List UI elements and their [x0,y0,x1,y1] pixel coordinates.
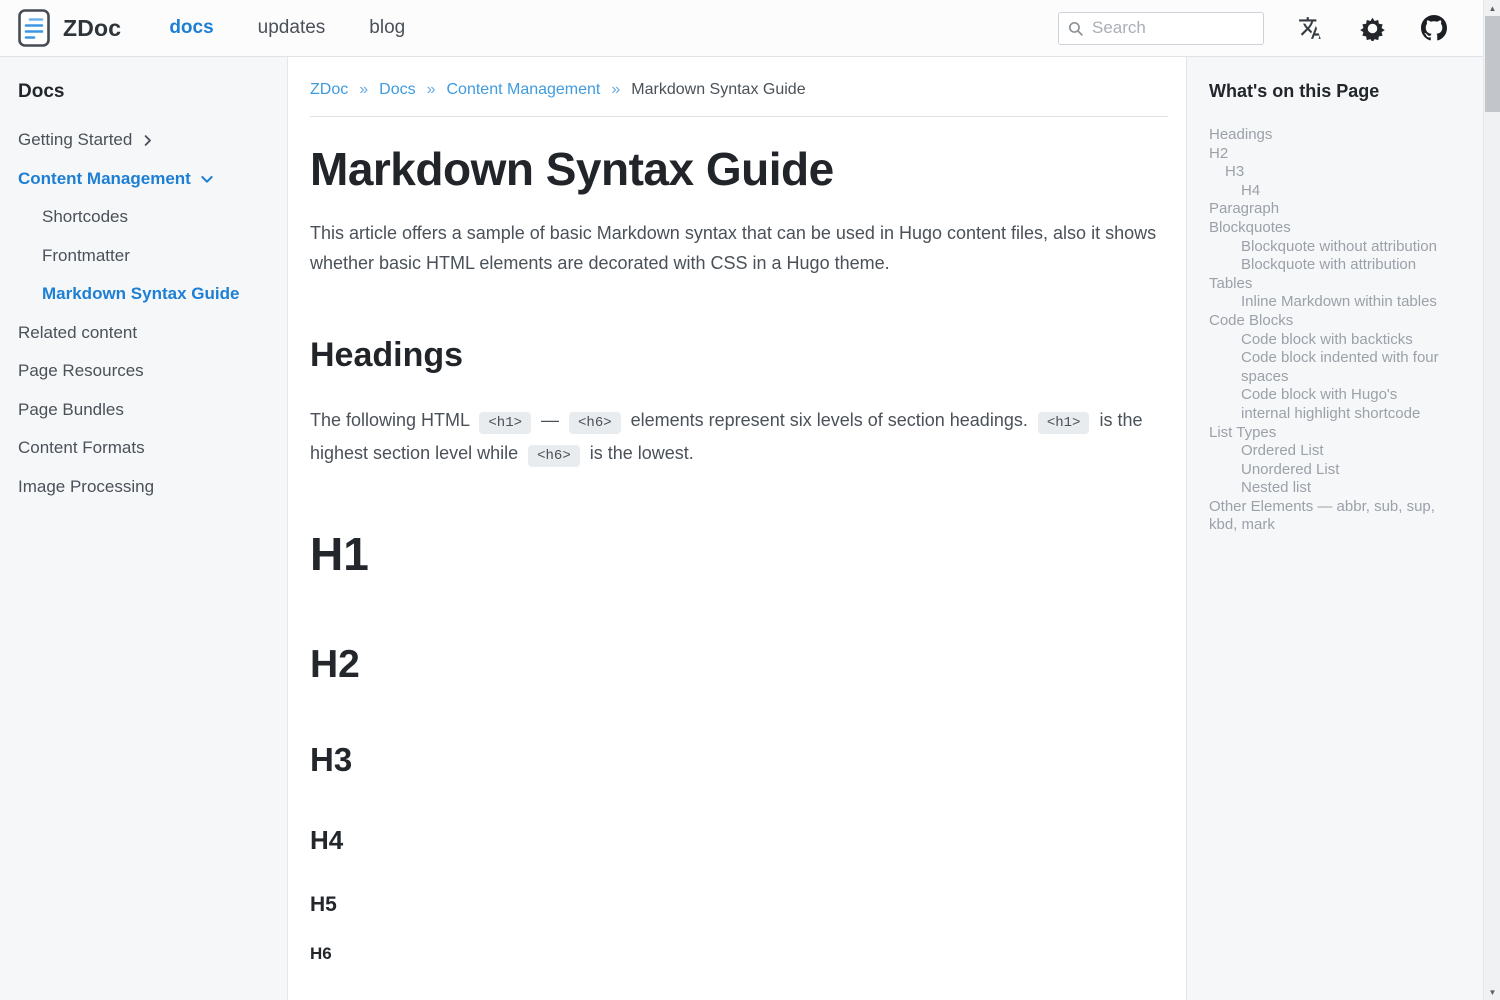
sample-headings: H1 H2 H3 H4 H5 H6 [310,527,1168,964]
toc-item-code-block-with-backticks[interactable]: Code block with backticks [1209,331,1443,350]
nav-link-blog[interactable]: blog [369,17,405,39]
sidebar-item-markdown-syntax-guide[interactable]: Markdown Syntax Guide [18,275,277,314]
sidebar-item-label: Content Management [18,169,191,189]
scrollbar-up-arrow[interactable]: ▲ [1484,0,1500,16]
sidebar-title: Docs [18,81,277,103]
toc-item-nested-list[interactable]: Nested list [1209,479,1443,498]
toc-item-ordered-list[interactable]: Ordered List [1209,442,1443,461]
toc-item-code-block-with-hugo-s-internal-highlight-shortcode[interactable]: Code block with Hugo's internal highligh… [1209,386,1443,423]
toc-item-code-block-indented-with-four-spaces[interactable]: Code block indented with four spaces [1209,349,1443,386]
left-sidebar: Docs Getting Started Content Management Sh… [0,57,288,1000]
scrollbar-down-arrow[interactable]: ▼ [1484,984,1500,1000]
toc-list: HeadingsH2H3H4ParagraphBlockquotesBlockq… [1209,126,1443,535]
page-title: Markdown Syntax Guide [310,142,1168,196]
toc-item-unordered-list[interactable]: Unordered List [1209,461,1443,480]
sample-heading-h4: H4 [310,825,1168,856]
sidebar-item-image-processing[interactable]: Image Processing [18,468,277,507]
sidebar-item-content-formats[interactable]: Content Formats [18,429,277,468]
sidebar-item-label: Markdown Syntax Guide [42,284,239,304]
sample-heading-h5: H5 [310,893,1168,917]
breadcrumb-item-content-management[interactable]: Content Management [447,81,601,99]
toc-item-tables[interactable]: Tables [1209,275,1443,294]
toc-item-other-elements-abbr-sub-sup-kbd-mark[interactable]: Other Elements — abbr, sub, sup, kbd, ma… [1209,498,1443,535]
toc-item-paragraph[interactable]: Paragraph [1209,200,1443,219]
sidebar-item-page-resources[interactable]: Page Resources [18,352,277,391]
vertical-scrollbar[interactable]: ▲ ▼ [1483,0,1500,1000]
headings-paragraph: The following HTML <h1> — <h6> elements … [310,405,1168,471]
sample-heading-h3: H3 [310,741,1168,779]
headings-section-title: Headings [310,336,1168,375]
breadcrumb-divider [310,116,1168,117]
sidebar-item-label: Getting Started [18,130,132,150]
toc-item-headings[interactable]: Headings [1209,126,1443,145]
toc-item-h3[interactable]: H3 [1209,163,1443,182]
sidebar-nav: Getting Started Content Management Shortco… [18,121,277,506]
sidebar-item-shortcodes[interactable]: Shortcodes [18,198,277,237]
sample-heading-h6: H6 [310,944,1168,964]
toc-item-code-blocks[interactable]: Code Blocks [1209,312,1443,331]
toc-item-list-types[interactable]: List Types [1209,424,1443,443]
sidebar-item-frontmatter[interactable]: Frontmatter [18,237,277,276]
sample-heading-h1: H1 [310,527,1168,581]
breadcrumb-separator: » [611,81,620,99]
breadcrumb-separator: » [427,81,436,99]
nav-link-docs[interactable]: docs [169,17,213,39]
breadcrumb: ZDoc » Docs » Content Management » Markdown Sy… [310,81,1168,99]
github-icon[interactable] [1421,15,1447,41]
inline-code: <h6> [569,412,621,434]
toc-item-h2[interactable]: H2 [1209,145,1443,164]
toc-item-h4[interactable]: H4 [1209,182,1443,201]
intro-paragraph: This article offers a sample of basic Ma… [310,218,1168,278]
sidebar-item-label: Page Bundles [18,400,124,420]
sidebar-item-label: Page Resources [18,361,144,381]
sidebar-item-label: Image Processing [18,477,154,497]
toc-item-blockquotes[interactable]: Blockquotes [1209,219,1443,238]
search-input[interactable] [1092,18,1255,38]
sidebar-item-label: Content Formats [18,438,145,458]
zdoc-document-icon [18,9,50,47]
translate-icon[interactable] [1298,15,1324,41]
brand-logo[interactable]: ZDoc [18,9,121,47]
sidebar-item-related-content[interactable]: Related content [18,314,277,353]
chevron-right-icon [140,133,155,148]
brand-name: ZDoc [63,15,121,42]
top-navbar: ZDoc docs updates blog [0,0,1483,57]
sample-heading-h2: H2 [310,643,1168,687]
right-sidebar: What's on this Page HeadingsH2H3H4Paragr… [1186,57,1483,1000]
inline-code: <h6> [528,445,580,467]
toc-title: What's on this Page [1209,81,1443,102]
nav-link-updates[interactable]: updates [258,17,326,39]
nav-links: docs updates blog [169,17,405,39]
sidebar-item-content-management[interactable]: Content Management [18,160,277,199]
main-content: ZDoc » Docs » Content Management » Markdown Sy… [288,57,1186,1000]
sidebar-item-label: Frontmatter [42,246,130,266]
sidebar-item-page-bundles[interactable]: Page Bundles [18,391,277,430]
search-icon [1067,20,1084,37]
chevron-down-icon [199,171,215,187]
sidebar-item-label: Shortcodes [42,207,128,227]
inline-code: <h1> [1038,412,1090,434]
navbar-icon-group [1298,15,1447,41]
toc-item-inline-markdown-within-tables[interactable]: Inline Markdown within tables [1209,293,1443,312]
page-columns: Docs Getting Started Content Management Sh… [0,57,1483,1000]
sidebar-item-label: Related content [18,323,137,343]
settings-gear-icon[interactable] [1360,16,1385,41]
toc-item-blockquote-without-attribution[interactable]: Blockquote without attribution [1209,238,1443,257]
sidebar-item-getting-started[interactable]: Getting Started [18,121,277,160]
breadcrumb-item-markdown-syntax-guide: Markdown Syntax Guide [631,81,805,99]
breadcrumb-item-zdoc[interactable]: ZDoc [310,81,348,99]
breadcrumb-item-docs[interactable]: Docs [379,81,415,99]
scrollbar-thumb[interactable] [1485,16,1500,112]
inline-code: <h1> [479,412,531,434]
breadcrumb-separator: » [359,81,368,99]
search-box[interactable] [1058,12,1264,45]
toc-item-blockquote-with-attribution[interactable]: Blockquote with attribution [1209,256,1443,275]
